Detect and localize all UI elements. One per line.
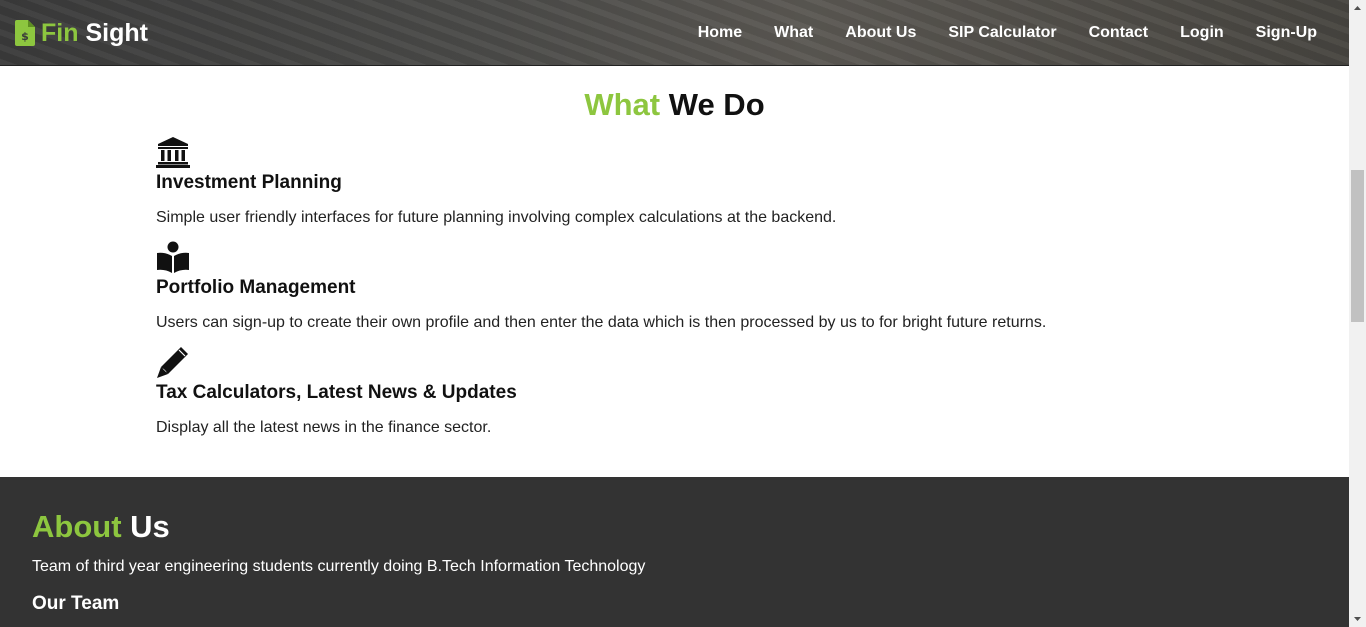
brand-name-part1: Fin — [41, 18, 79, 47]
heading-rest: We Do — [668, 87, 765, 122]
nav-sip-calculator[interactable]: SIP Calculator — [948, 24, 1056, 42]
nav-links: Home What About Us SIP Calculator Contac… — [698, 0, 1349, 66]
reader-icon — [157, 241, 189, 273]
feature-title: Tax Calculators, Latest News & Updates — [156, 382, 517, 403]
page: $ Fin Sight Home What About Us SIP Calcu… — [0, 0, 1349, 627]
about-us-heading: About Us — [32, 509, 170, 545]
scroll-down-arrow-icon[interactable] — [1349, 610, 1366, 627]
feature-title: Portfolio Management — [156, 277, 356, 298]
vertical-scrollbar[interactable] — [1349, 0, 1366, 627]
scrollbar-thumb[interactable] — [1351, 170, 1364, 322]
feature-portfolio-management: Portfolio Management Users can sign-up t… — [156, 241, 1046, 331]
nav-home[interactable]: Home — [698, 24, 742, 42]
feature-description: Simple user friendly interfaces for futu… — [156, 209, 837, 226]
feature-description: Users can sign-up to create their own pr… — [156, 314, 1047, 331]
heading-highlight: About — [32, 509, 122, 544]
navbar: $ Fin Sight Home What About Us SIP Calcu… — [0, 0, 1349, 66]
brand-logo[interactable]: $ Fin Sight — [15, 18, 148, 48]
nav-what[interactable]: What — [774, 24, 813, 42]
heading-highlight: What — [584, 87, 661, 122]
bank-icon — [156, 137, 190, 168]
document-dollar-icon: $ — [15, 20, 35, 46]
about-us-section: About Us Team of third year engineering … — [0, 477, 1349, 627]
what-we-do-section: What We Do Investment Planning Simple us… — [0, 66, 1349, 477]
brand-name-part2: Sight — [85, 18, 149, 47]
nav-sign-up[interactable]: Sign-Up — [1256, 24, 1317, 42]
nav-about-us[interactable]: About Us — [845, 24, 916, 42]
nav-contact[interactable]: Contact — [1089, 24, 1149, 42]
what-we-do-heading: What We Do — [0, 87, 1349, 123]
nav-login[interactable]: Login — [1180, 24, 1224, 42]
feature-title: Investment Planning — [156, 172, 342, 193]
scroll-up-arrow-icon[interactable] — [1349, 0, 1366, 17]
svg-text:$: $ — [21, 30, 29, 43]
feature-tax-calculators: Tax Calculators, Latest News & Updates D… — [156, 346, 517, 436]
feature-investment-planning: Investment Planning Simple user friendly… — [156, 136, 836, 226]
our-team-heading: Our Team — [32, 593, 120, 614]
heading-rest: Us — [130, 509, 170, 544]
pencil-icon — [157, 347, 188, 378]
about-us-text: Team of third year engineering students … — [32, 558, 646, 575]
feature-description: Display all the latest news in the finan… — [156, 419, 492, 436]
